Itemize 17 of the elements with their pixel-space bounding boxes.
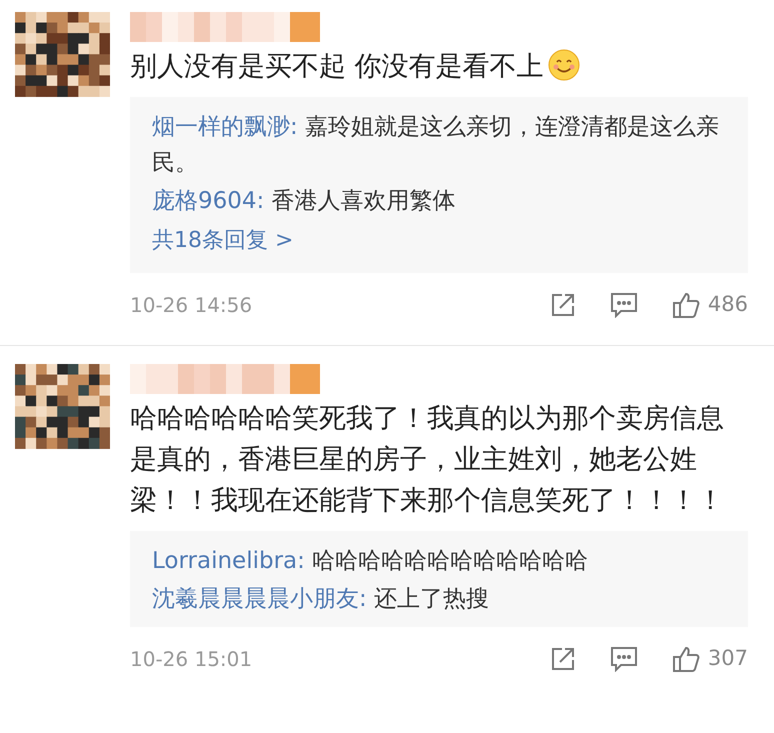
thumbs-up-icon[interactable] <box>672 645 700 673</box>
reply-text: 沈羲晨晨晨晨小朋友: 还上了热搜 <box>152 585 490 614</box>
reply-text: Lorrainelibra: 哈哈哈哈哈哈哈哈哈哈哈哈 <box>152 547 590 576</box>
comment-icon[interactable] <box>610 646 638 672</box>
timestamp: 10-26 14:56 <box>130 292 254 319</box>
reply-text: 烟一样的飘渺: 嘉玲姐就是这么亲切，连澄清都是这么亲民。 <box>152 113 720 178</box>
comment-text: 哈哈哈哈哈哈笑死我了！我真的以为那个卖房信息是真的，香港巨星的房子，业主姓刘，她老公姓梁！！我现在还能背下来那个信息笑死了！！！！ <box>130 403 724 516</box>
more-replies-link[interactable]: 共18条回复 > <box>152 223 728 259</box>
like-count: 486 <box>708 291 748 318</box>
comment-text: 别人没有是买不起 你没有是看不上 <box>130 51 544 82</box>
share-icon[interactable] <box>550 646 576 672</box>
share-icon[interactable] <box>550 292 576 318</box>
comment-icon[interactable] <box>610 292 638 318</box>
reply-text: 庞格9604: 香港人喜欢用繁体 <box>152 187 457 216</box>
timestamp: 10-26 15:01 <box>130 646 254 673</box>
like-count: 307 <box>708 645 748 672</box>
thumbs-up-icon[interactable] <box>672 291 700 319</box>
